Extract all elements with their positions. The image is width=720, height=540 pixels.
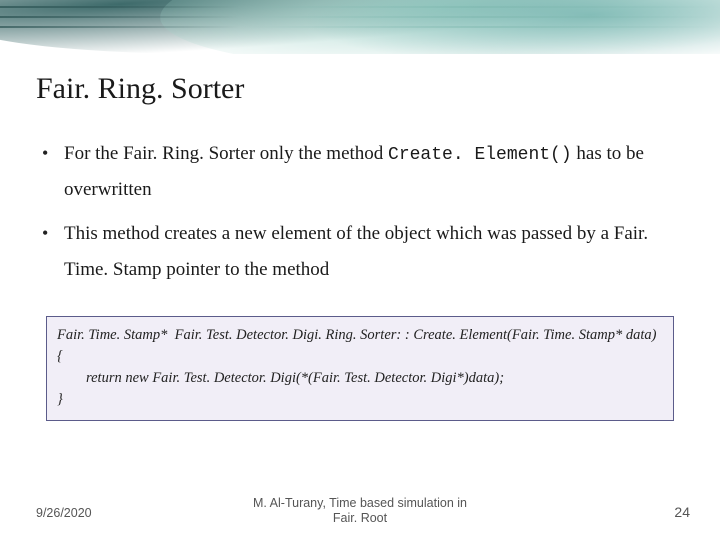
code-inline: Create. Element(): [388, 145, 572, 165]
footer-line2: Fair. Root: [333, 511, 387, 525]
bullet-text: For the Fair. Ring. Sorter only the meth…: [64, 143, 388, 164]
slide-title: Fair. Ring. Sorter: [36, 72, 720, 106]
bullet-item: This method creates a new element of the…: [36, 216, 684, 288]
bullet-list: For the Fair. Ring. Sorter only the meth…: [36, 136, 684, 288]
bullet-text: This method creates a new element of the…: [64, 223, 648, 280]
code-box: Fair. Time. Stamp* Fair. Test. Detector.…: [46, 316, 674, 420]
page-number: 24: [674, 504, 690, 520]
decorative-banner: [0, 0, 720, 54]
slide-footer: 9/26/2020 M. Al-Turany, Time based simul…: [0, 494, 720, 528]
footer-line1: M. Al-Turany, Time based simulation in: [253, 496, 467, 510]
footer-attribution: M. Al-Turany, Time based simulation in F…: [0, 496, 720, 526]
bullet-item: For the Fair. Ring. Sorter only the meth…: [36, 136, 684, 208]
